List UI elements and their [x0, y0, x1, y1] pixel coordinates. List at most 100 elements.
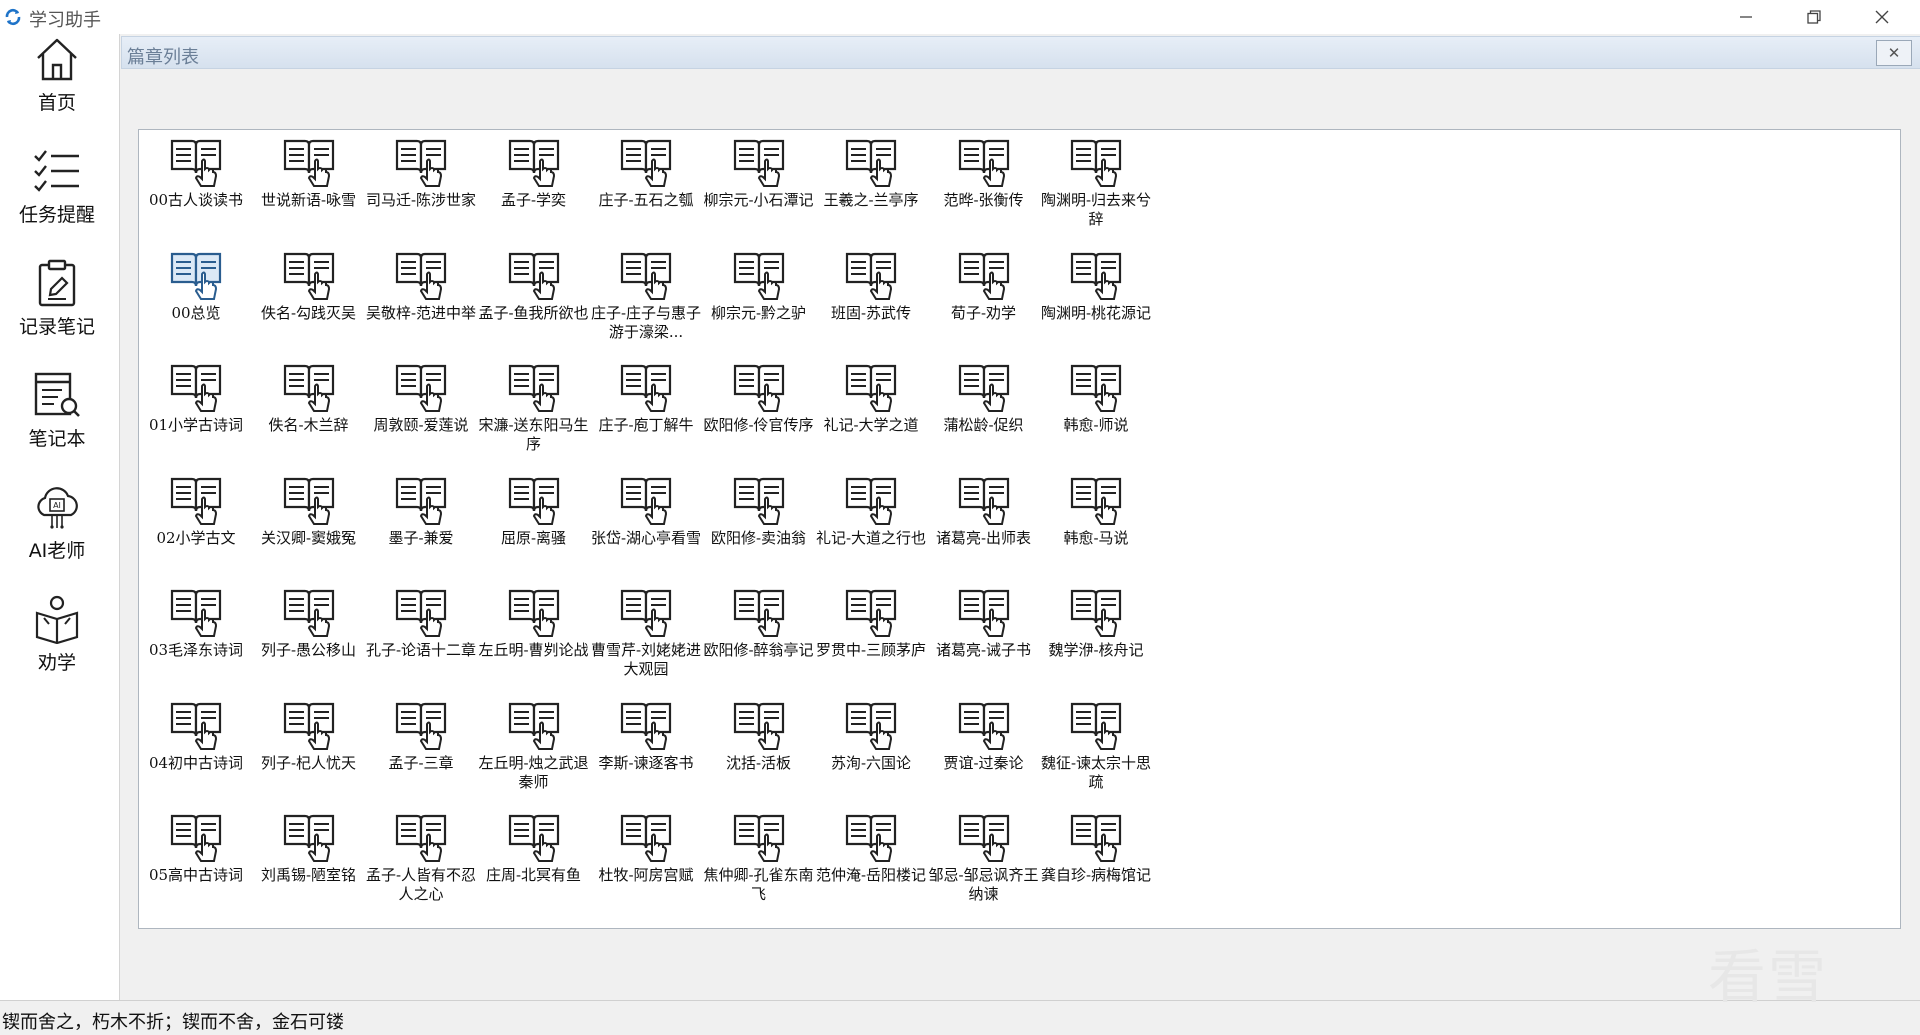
sidebar-item-label: 任务提醒: [18, 204, 95, 226]
sidebar-item-record-notes[interactable]: 记录笔记: [0, 258, 114, 364]
chapter-item[interactable]: 苏洵-六国论: [815, 696, 927, 808]
chapter-item[interactable]: 庄子-五石之瓠: [590, 133, 702, 245]
chapter-item[interactable]: 02小学古文: [140, 471, 252, 583]
chapter-label: 贾谊-过秦论: [943, 753, 1024, 772]
chapter-item[interactable]: 韩愈-马说: [1040, 471, 1152, 583]
chapter-item[interactable]: 班固-苏武传: [815, 246, 927, 358]
sidebar-item-encourage-learning[interactable]: 劝学: [0, 594, 114, 700]
book-pointer-icon: [733, 252, 784, 300]
chapter-item[interactable]: 曹雪芹-刘姥姥进大观园: [590, 583, 702, 695]
chapter-item[interactable]: 01小学古诗词: [140, 358, 252, 470]
sidebar-item-label: 记录笔记: [18, 316, 95, 338]
chapter-item[interactable]: 世说新语-咏雪: [253, 133, 365, 245]
chapter-item[interactable]: 荀子-劝学: [928, 246, 1040, 358]
chapter-item[interactable]: 孟子-学奕: [478, 133, 590, 245]
chapter-item[interactable]: 柳宗元-黔之驴: [703, 246, 815, 358]
chapter-item[interactable]: 左丘明-曹刿论战: [478, 583, 590, 695]
chapter-item[interactable]: 陶渊明-桃花源记: [1040, 246, 1152, 358]
chapter-item[interactable]: 03毛泽东诗词: [140, 583, 252, 695]
chapter-item[interactable]: 欧阳修-醉翁亭记: [703, 583, 815, 695]
chapter-item[interactable]: 范晔-张衡传: [928, 133, 1040, 245]
panel-header: 篇章列表 ✕: [121, 36, 1920, 69]
chapter-item[interactable]: 张岱-湖心亭看雪: [590, 471, 702, 583]
chapter-item[interactable]: 魏学洢-核舟记: [1040, 583, 1152, 695]
book-pointer-icon: [508, 814, 559, 862]
chapter-item[interactable]: 刘禹锡-陋室铭: [253, 808, 365, 920]
chapter-label: 墨子-兼爱: [388, 528, 454, 547]
chapter-item[interactable]: 庄子-庄子与惠子游于濠梁...: [590, 246, 702, 358]
chapter-item[interactable]: 佚名-勾践灭吴: [253, 246, 365, 358]
chapter-item[interactable]: 柳宗元-小石潭记: [703, 133, 815, 245]
book-pointer-icon: [958, 814, 1009, 862]
chapter-item[interactable]: 韩愈-师说: [1040, 358, 1152, 470]
chapter-label: 柳宗元-黔之驴: [710, 303, 807, 322]
book-pointer-icon: [845, 139, 897, 187]
chapter-label: 蒲松龄-促织: [943, 416, 1024, 434]
chapter-item[interactable]: 杜牧-阿房宫赋: [590, 808, 702, 920]
chapter-label: 左丘明-烛之武退秦师: [478, 753, 589, 791]
chapter-item[interactable]: 李斯-谏逐客书: [590, 696, 702, 808]
chapter-item[interactable]: 范仲淹-岳阳楼记: [815, 808, 927, 920]
chapter-item[interactable]: 欧阳修-卖油翁: [703, 471, 815, 583]
chapter-item[interactable]: 05高中古诗词: [140, 808, 252, 920]
chapter-item[interactable]: 礼记-大道之行也: [815, 471, 927, 583]
book-pointer-icon: [958, 139, 1009, 187]
chapter-item[interactable]: 佚名-木兰辞: [253, 358, 365, 470]
chapter-item[interactable]: 庄周-北冥有鱼: [478, 808, 590, 920]
chapter-label: 孟子-三章: [388, 753, 454, 772]
chapter-item[interactable]: 孟子-三章: [365, 696, 477, 808]
book-pointer-icon: [170, 139, 222, 187]
chapter-item[interactable]: 00总览: [140, 246, 252, 358]
panel-close-button[interactable]: ✕: [1876, 40, 1912, 66]
notebook-search-icon: [34, 372, 80, 417]
chapter-item[interactable]: 欧阳修-伶官传序: [703, 358, 815, 470]
sidebar-item-home[interactable]: 首页: [0, 34, 114, 140]
chapter-item[interactable]: 00古人谈读书: [140, 133, 252, 245]
chapter-item[interactable]: 焦仲卿-孔雀东南飞: [703, 808, 815, 920]
chapter-item[interactable]: 关汉卿-窦娥冤: [253, 471, 365, 583]
chapter-item[interactable]: 龚自珍-病梅馆记: [1040, 808, 1152, 920]
book-pointer-icon: [170, 702, 222, 750]
chapter-item[interactable]: 周敦颐-爱莲说: [365, 358, 477, 470]
chapter-item[interactable]: 沈括-活板: [703, 696, 815, 808]
chapter-item[interactable]: 宋濂-送东阳马生序: [478, 358, 590, 470]
close-window-button[interactable]: [1848, 0, 1916, 34]
book-pointer-icon: [733, 364, 784, 412]
chapter-item[interactable]: 贾谊-过秦论: [928, 696, 1040, 808]
book-pointer-icon: [845, 702, 897, 750]
sidebar-item-task-reminder[interactable]: 任务提醒: [0, 146, 114, 252]
chapter-item[interactable]: 孔子-论语十二章: [365, 583, 477, 695]
sidebar-item-notebook[interactable]: 笔记本: [0, 370, 114, 476]
chapter-label: 00古人谈读书: [148, 191, 244, 209]
chapter-label: 佚名-木兰辞: [268, 416, 349, 434]
chapter-item[interactable]: 庄子-庖丁解牛: [590, 358, 702, 470]
chapter-item[interactable]: 列子-杞人忧天: [253, 696, 365, 808]
chapter-item[interactable]: 蒲松龄-促织: [928, 358, 1040, 470]
chapter-label: 列子-愚公移山: [260, 641, 357, 659]
chapter-item[interactable]: 礼记-大学之道: [815, 358, 927, 470]
chapter-item[interactable]: 邹忌-邹忌讽齐王纳谏: [928, 808, 1040, 920]
chapter-item[interactable]: 墨子-兼爱: [365, 471, 477, 583]
chapter-item[interactable]: 列子-愚公移山: [253, 583, 365, 695]
restore-button[interactable]: [1780, 0, 1848, 34]
chapter-item[interactable]: 孟子-鱼我所欲也: [478, 246, 590, 358]
minimize-button[interactable]: [1712, 0, 1780, 34]
close-icon: [1875, 10, 1889, 24]
sidebar-item-label: AI老师: [28, 540, 86, 562]
chapter-label: 王羲之-兰亭序: [823, 191, 919, 209]
note-edit-icon: [38, 259, 76, 307]
chapter-item[interactable]: 04初中古诗词: [140, 696, 252, 808]
chapter-item[interactable]: 王羲之-兰亭序: [815, 133, 927, 245]
chapter-item[interactable]: 诸葛亮-诫子书: [928, 583, 1040, 695]
chapter-item[interactable]: 魏征-谏太宗十思疏: [1040, 696, 1152, 808]
chapter-item[interactable]: 陶渊明-归去来兮辞: [1040, 133, 1152, 245]
chapter-item[interactable]: 孟子-人皆有不忍人之心: [365, 808, 477, 920]
book-pointer-icon: [395, 477, 447, 525]
chapter-item[interactable]: 诸葛亮-出师表: [928, 471, 1040, 583]
sidebar-item-ai-teacher[interactable]: AI AI老师: [0, 482, 114, 588]
chapter-item[interactable]: 司马迁-陈涉世家: [365, 133, 477, 245]
chapter-item[interactable]: 屈原-离骚: [478, 471, 590, 583]
chapter-item[interactable]: 吴敬梓-范进中举: [365, 246, 477, 358]
chapter-item[interactable]: 罗贯中-三顾茅庐: [815, 583, 927, 695]
chapter-item[interactable]: 左丘明-烛之武退秦师: [478, 696, 590, 808]
